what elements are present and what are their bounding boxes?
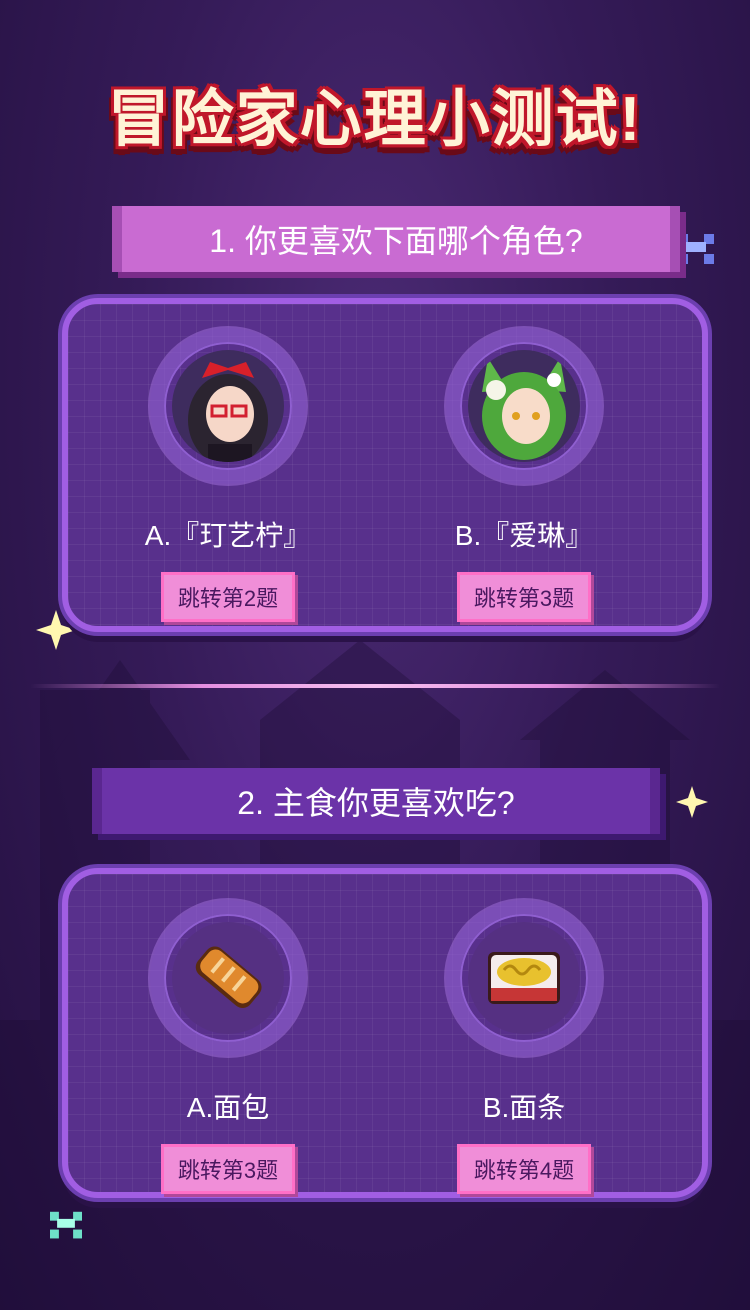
q2-option-b[interactable]: B.面条 跳转第4题 [384, 914, 664, 1194]
question-2-panel: A.面包 跳转第3题 B.面条 跳转第4题 [62, 868, 708, 1198]
q1-option-b-jump-button[interactable]: 跳转第3题 [456, 572, 592, 622]
title-container: 冒险家心理小测试! [0, 68, 750, 158]
question-1-banner: 1. 你更喜欢下面哪个角色? [112, 206, 680, 272]
q2-option-a[interactable]: A.面包 跳转第3题 [88, 914, 368, 1194]
butterfly-icon [678, 234, 714, 264]
question-1-text: 1. 你更喜欢下面哪个角色? [209, 223, 583, 259]
q2-option-a-label: A.面包 [186, 1092, 270, 1123]
q1-option-a-ring [164, 342, 292, 470]
question-2-text: 2. 主食你更喜欢吃? [237, 785, 515, 821]
q1-option-b-label: B.『爱琳』 [454, 520, 594, 551]
green-hair-fox-girl-portrait [468, 350, 580, 462]
q1-option-a-label: A.『玎艺柠』 [144, 520, 312, 551]
question-1-panel: A.『玎艺柠』 跳转第2题 B.『爱琳』 跳转第3题 [62, 298, 708, 632]
q1-option-a[interactable]: A.『玎艺柠』 跳转第2题 [88, 342, 368, 622]
q2-option-b-ring [460, 914, 588, 1042]
q1-option-b-ring [460, 342, 588, 470]
q2-option-a-jump-button[interactable]: 跳转第3题 [160, 1144, 296, 1194]
section-divider [30, 684, 720, 688]
q2-option-a-ring [164, 914, 292, 1042]
bread-icon [172, 922, 284, 1034]
page-title: 冒险家心理小测试! [107, 85, 643, 154]
butterfly-icon [50, 1211, 82, 1239]
noodle-bowl-icon [468, 922, 580, 1034]
question-2-banner: 2. 主食你更喜欢吃? [92, 768, 660, 834]
q2-option-b-jump-button[interactable]: 跳转第4题 [456, 1144, 592, 1194]
q2-option-b-label: B.面条 [482, 1092, 566, 1123]
q1-option-b[interactable]: B.『爱琳』 跳转第3题 [384, 342, 664, 622]
q1-option-a-jump-button[interactable]: 跳转第2题 [160, 572, 296, 622]
girl-red-ribbon-glasses-portrait [172, 350, 284, 462]
sparkle-icon [676, 786, 708, 818]
